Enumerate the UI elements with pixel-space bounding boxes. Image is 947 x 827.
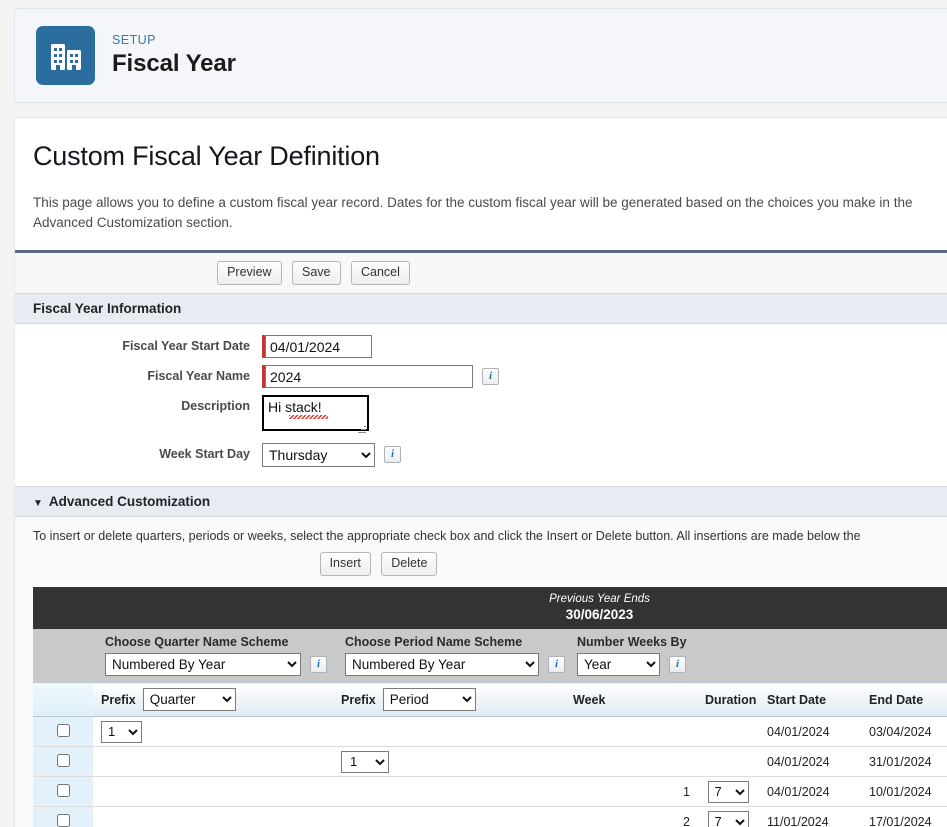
period-name-scheme-select[interactable]: Numbered By Year [345,653,539,676]
week-start-day-label: Week Start Day [159,447,250,461]
insert-delete-button-group: Insert Delete [15,543,947,587]
insert-button[interactable]: Insert [319,552,371,576]
week-value [565,746,697,777]
end-date-value: 03/04/2024 [861,716,947,747]
quarter-scheme-label: Choose Quarter Name Scheme [105,635,289,649]
field-row-description: Description Hi stack! [15,395,947,436]
fiscal-year-name-input[interactable] [265,365,473,388]
table-row: 1 7 04/01/2024 10/01/2024 [33,776,947,807]
page-root: SETUP Fiscal Year Custom Fiscal Year Def… [0,0,947,827]
number-weeks-by-select[interactable]: Year [577,653,660,676]
preview-button[interactable]: Preview [217,261,282,285]
quarter-prefix-select[interactable]: Quarter [142,688,236,711]
buildings-icon [36,26,95,85]
week-value: 2 [565,806,697,827]
main-content-card: Custom Fiscal Year Definition This page … [14,117,947,827]
save-button[interactable]: Save [292,261,341,285]
setup-header-card: SETUP Fiscal Year [14,8,947,103]
week-value: 1 [565,776,697,807]
chevron-down-icon[interactable]: ▼ [33,498,43,509]
period-prefix-select[interactable]: Period [382,688,476,711]
section-header-advanced-customization[interactable]: ▼ Advanced Customization [15,486,947,517]
week-header: Week [565,682,697,717]
quarter-name-scheme-select[interactable]: Numbered By Year [105,653,301,676]
field-row-start-date: Fiscal Year Start Date [15,335,947,358]
quarter-number-select[interactable]: 1 [101,720,142,743]
table-row: 1 04/01/2024 31/01/2024 [33,746,947,777]
period-scheme-cell: Choose Period Name Scheme Numbered By Ye… [333,629,565,683]
start-date-value: 04/01/2024 [759,776,861,807]
number-weeks-by-label: Number Weeks By [577,635,687,649]
end-date-header: End Date [861,682,947,717]
select-all-header [33,682,93,717]
advanced-customization-body: To insert or delete quarters, periods or… [15,517,947,827]
delete-button[interactable]: Delete [381,552,438,576]
row-checkbox[interactable] [56,753,70,767]
fiscal-year-name-label: Fiscal Year Name [147,369,250,383]
start-date-label: Fiscal Year Start Date [122,339,250,353]
start-date-value: 04/01/2024 [759,716,861,747]
field-row-week-start-day: Week Start Day Thursday i [15,443,947,467]
previous-year-ends-value: 30/06/2023 [565,607,634,622]
number-weeks-by-cell: Number Weeks By Year i [565,629,947,683]
previous-year-ends-bar: Previous Year Ends 30/06/2023 [33,587,947,629]
table-row: 1 04/01/2024 03/04/2024 [33,716,947,747]
period-scheme-label: Choose Period Name Scheme [345,635,523,649]
advanced-customization-label: Advanced Customization [48,494,211,509]
period-prefix-header: Prefix Period [333,682,565,717]
info-icon[interactable]: i [548,656,565,673]
duration-select[interactable]: 7 [707,810,749,827]
table-header-row: Prefix Quarter Prefix Period Week Durati… [33,682,947,717]
table-row: 2 7 11/01/2024 17/01/2024 [33,806,947,827]
previous-year-ends-label: Previous Year Ends [549,593,650,605]
info-icon[interactable]: i [669,656,686,673]
duration-select[interactable]: 7 [707,780,749,803]
period-number-select[interactable]: 1 [341,750,389,773]
fiscal-periods-table: Previous Year Ends 30/06/2023 Choose Qua… [33,587,947,827]
setup-title: Fiscal Year [112,49,236,77]
duration-header: Duration [697,682,759,717]
week-value [565,716,697,747]
start-date-value: 04/01/2024 [759,746,861,777]
start-date-input[interactable] [265,335,372,358]
quarter-scheme-cell: Choose Quarter Name Scheme Numbered By Y… [93,629,333,683]
row-checkbox[interactable] [56,813,70,827]
row-checkbox[interactable] [56,783,70,797]
field-row-fiscal-year-name: Fiscal Year Name i [15,365,947,388]
quarter-prefix-label: Prefix [101,692,136,707]
page-description: This page allows you to define a custom … [33,195,913,230]
description-label: Description [181,399,250,413]
end-date-value: 10/01/2024 [861,776,947,807]
period-prefix-label: Prefix [341,692,376,707]
form-action-bar: Preview Save Cancel [15,250,947,293]
description-textarea[interactable]: Hi stack! [262,395,369,431]
start-date-value: 11/01/2024 [759,806,861,827]
week-start-day-select[interactable]: Thursday [262,443,375,467]
cancel-button[interactable]: Cancel [350,261,410,285]
info-icon[interactable]: i [384,446,401,463]
end-date-value: 17/01/2024 [861,806,947,827]
setup-eyebrow: SETUP [112,32,156,47]
advanced-customization-note: To insert or delete quarters, periods or… [33,529,861,543]
section-header-fiscal-year-information: Fiscal Year Information [15,293,947,324]
name-scheme-row: Choose Quarter Name Scheme Numbered By Y… [33,629,947,683]
end-date-value: 31/01/2024 [861,746,947,777]
row-checkbox[interactable] [56,723,70,737]
info-icon[interactable]: i [482,368,499,385]
fiscal-year-information-form: Fiscal Year Start Date Fiscal Year Name … [15,324,947,486]
start-date-header: Start Date [759,682,861,717]
quarter-prefix-header: Prefix Quarter [93,682,333,717]
info-icon[interactable]: i [310,656,327,673]
page-title: Custom Fiscal Year Definition [33,141,380,171]
